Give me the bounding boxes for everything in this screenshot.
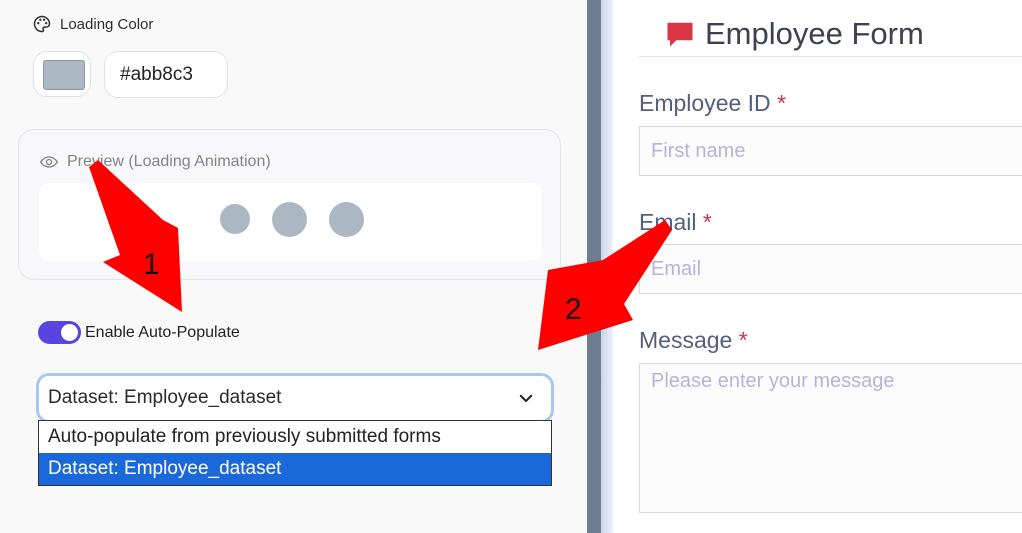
auto-populate-toggle[interactable] bbox=[38, 321, 81, 344]
color-swatch bbox=[43, 60, 85, 90]
loading-animation-preview bbox=[39, 183, 542, 261]
message-label: Message * bbox=[639, 327, 748, 353]
dataset-dropdown: Auto-populate from previously submitted … bbox=[38, 420, 552, 486]
required-mark: * bbox=[777, 90, 787, 116]
preview-label: Preview (Loading Animation) bbox=[39, 152, 271, 172]
dataset-select[interactable]: Dataset: Employee_dataset bbox=[36, 373, 554, 423]
employee-id-input[interactable]: First name bbox=[639, 126, 1022, 176]
form-preview: Employee Form Employee ID * First name E… bbox=[613, 0, 1022, 533]
form-title-text: Employee Form bbox=[705, 16, 924, 51]
loading-dot bbox=[220, 204, 250, 234]
email-label: Email * bbox=[639, 209, 712, 235]
toggle-knob bbox=[61, 324, 78, 341]
auto-populate-row: Enable Auto-Populate bbox=[38, 321, 240, 344]
form-title: Employee Form bbox=[665, 16, 924, 52]
chat-bubble-icon bbox=[667, 22, 693, 47]
loading-dot bbox=[329, 202, 364, 237]
annotation-label-1: 1 bbox=[143, 248, 160, 281]
preview-card: Preview (Loading Animation) bbox=[18, 129, 561, 280]
panel-divider[interactable] bbox=[587, 0, 601, 533]
eye-icon bbox=[39, 156, 59, 168]
required-mark: * bbox=[738, 327, 748, 353]
color-swatch-button[interactable] bbox=[33, 51, 91, 97]
color-hex-input[interactable]: #abb8c3 bbox=[104, 51, 228, 98]
dropdown-option[interactable]: Auto-populate from previously submitted … bbox=[39, 421, 551, 453]
preview-label-text: Preview (Loading Animation) bbox=[67, 153, 271, 170]
loading-color-label: Loading Color bbox=[32, 14, 153, 34]
email-input[interactable]: Email bbox=[639, 244, 1022, 294]
settings-panel: Loading Color #abb8c3 Preview (Loading A… bbox=[0, 0, 587, 533]
loading-dot bbox=[272, 202, 307, 237]
palette-icon bbox=[33, 15, 51, 33]
panel-divider-shade bbox=[601, 0, 613, 533]
annotation-label-2: 2 bbox=[565, 293, 582, 326]
dataset-select-value: Dataset: Employee_dataset bbox=[48, 387, 282, 408]
dropdown-option-selected[interactable]: Dataset: Employee_dataset bbox=[39, 453, 551, 485]
auto-populate-label: Enable Auto-Populate bbox=[85, 323, 240, 341]
message-textarea[interactable]: Please enter your message bbox=[639, 363, 1022, 513]
title-divider bbox=[639, 56, 1022, 57]
employee-id-label: Employee ID * bbox=[639, 90, 787, 116]
required-mark: * bbox=[702, 209, 712, 235]
loading-color-text: Loading Color bbox=[60, 15, 154, 33]
chevron-down-icon bbox=[519, 394, 533, 402]
